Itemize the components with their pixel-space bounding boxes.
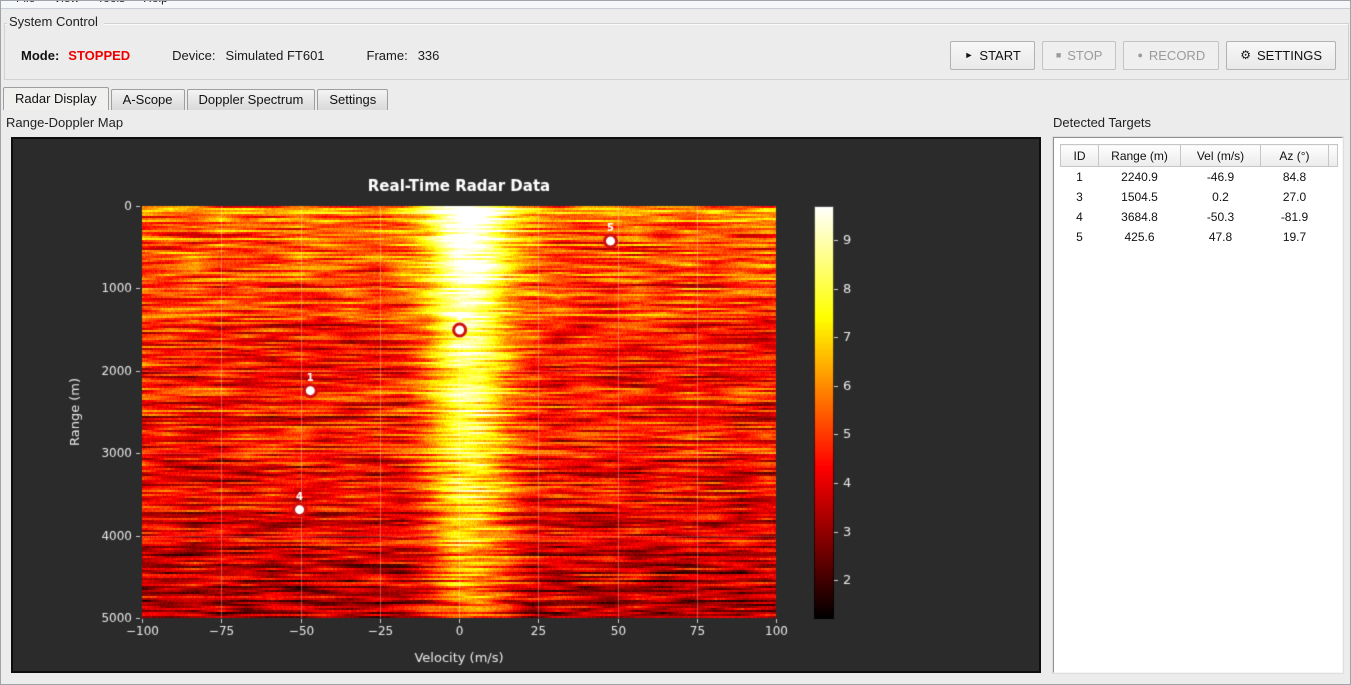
menu-item-view[interactable]: View <box>44 1 88 8</box>
system-control-group: System Control Mode: STOPPED Device: Sim… <box>4 14 1349 80</box>
device-value: Simulated FT601 <box>225 47 325 63</box>
menu-item-help[interactable]: Help <box>134 1 177 8</box>
record-button[interactable]: ● RECORD <box>1123 40 1220 70</box>
target-row[interactable]: 3 1504.5 0.2 27.0 <box>1061 187 1338 207</box>
col-header-id[interactable]: ID <box>1060 144 1099 167</box>
menu-item-tools[interactable]: Tools <box>88 1 134 8</box>
tab-doppler-spectrum[interactable]: Doppler Spectrum <box>186 89 316 110</box>
col-header-spacer <box>1328 144 1338 167</box>
tab-settings[interactable]: Settings <box>317 89 389 110</box>
play-icon: ► <box>964 49 974 60</box>
gear-icon: ⚙ <box>1240 48 1251 62</box>
device-label: Device: <box>172 47 216 63</box>
col-header-vel[interactable]: Vel (m/s) <box>1180 144 1261 167</box>
range-doppler-heatmap <box>13 139 1039 671</box>
tab-radar-display[interactable]: Radar Display <box>3 87 109 110</box>
stop-icon: ■ <box>1055 49 1062 60</box>
mode-label: Mode: <box>21 47 60 63</box>
menu-item-file[interactable]: File <box>7 1 44 8</box>
detected-targets-caption: Detected Targets <box>1053 115 1152 130</box>
range-doppler-map-caption: Range-Doppler Map <box>6 115 124 130</box>
start-button[interactable]: ► START <box>950 40 1035 70</box>
frame-label: Frame: <box>366 47 408 63</box>
detected-targets-panel: ID Range (m) Vel (m/s) Az (°) 1 2240.9 -4… <box>1053 137 1343 673</box>
tab-a-scope[interactable]: A-Scope <box>110 89 185 110</box>
target-row[interactable]: 1 2240.9 -46.9 84.8 <box>1061 167 1338 187</box>
col-header-az[interactable]: Az (°) <box>1260 144 1329 167</box>
target-row[interactable]: 5 425.6 47.8 19.7 <box>1061 227 1338 247</box>
stop-button[interactable]: ■ STOP <box>1041 40 1117 70</box>
frame-counter-value: 336 <box>417 47 440 63</box>
range-doppler-plot-panel <box>11 137 1041 673</box>
table-header-row: ID Range (m) Vel (m/s) Az (°) <box>1060 144 1338 167</box>
system-control-title: System Control <box>7 14 104 29</box>
record-icon: ● <box>1137 49 1143 60</box>
app-window: File View Tools Help System Control Mode… <box>0 0 1351 685</box>
target-row[interactable]: 4 3684.8 -50.3 -81.9 <box>1061 207 1338 227</box>
tab-bar: Radar Display A-Scope Doppler Spectrum S… <box>3 87 1348 110</box>
detected-targets-table: ID Range (m) Vel (m/s) Az (°) 1 2240.9 -4… <box>1060 144 1338 247</box>
mode-status-value: STOPPED <box>68 47 131 63</box>
menu-bar: File View Tools Help <box>1 1 1350 9</box>
col-header-range[interactable]: Range (m) <box>1098 144 1181 167</box>
settings-button[interactable]: ⚙ SETTINGS <box>1226 40 1336 70</box>
